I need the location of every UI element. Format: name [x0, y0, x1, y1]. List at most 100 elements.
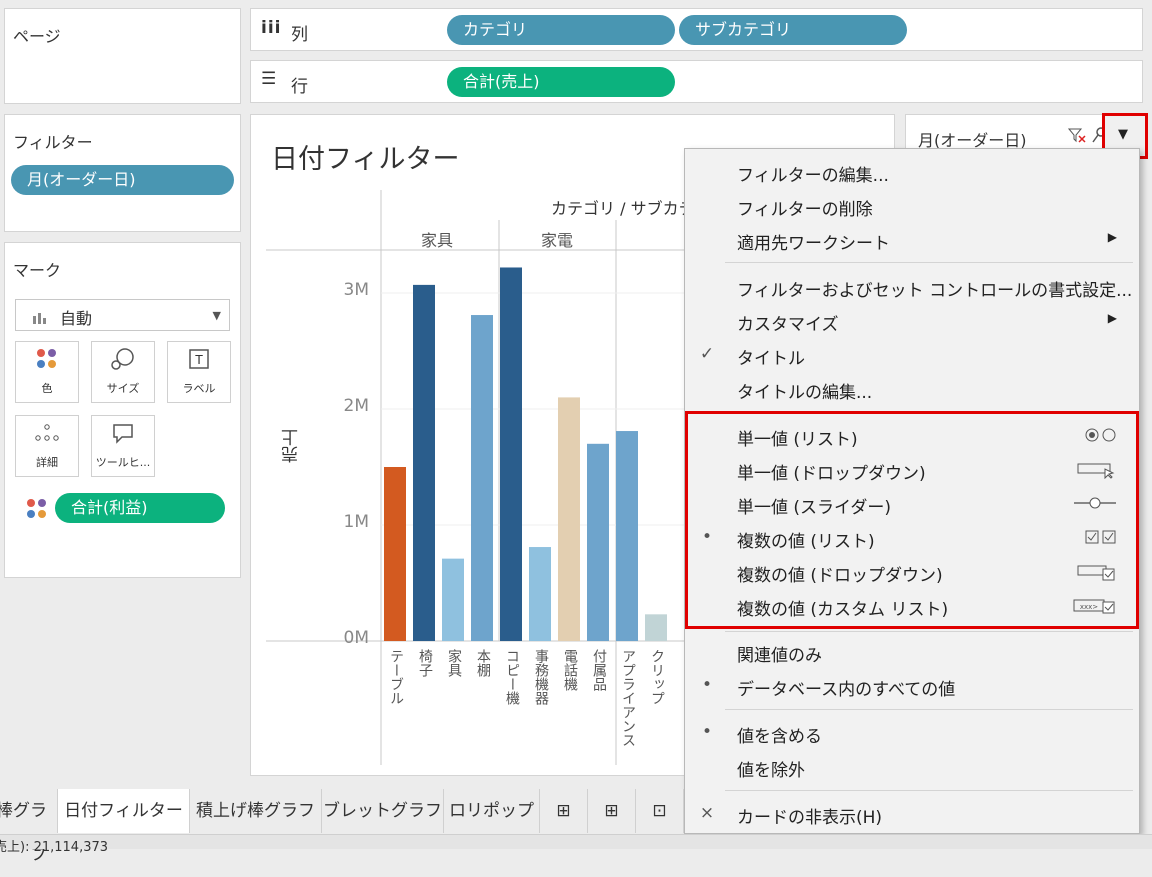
- mark-type-select[interactable]: 自動 ▼: [15, 299, 230, 331]
- category-pill[interactable]: カテゴリ: [447, 15, 675, 45]
- menu-item-title[interactable]: ✓ タイトル: [685, 338, 1139, 372]
- menu-item-customize[interactable]: カスタマイズ ▶: [685, 304, 1139, 338]
- menu-separator: [725, 631, 1133, 632]
- detail-button[interactable]: 詳細: [15, 415, 79, 477]
- columns-shelf-label: 列: [291, 25, 308, 45]
- x-tick-label: 本棚: [475, 649, 491, 677]
- tab-date-filter[interactable]: 日付フィルター: [58, 789, 190, 833]
- new-worksheet-button[interactable]: ⊞: [540, 789, 588, 833]
- tooltip-button[interactable]: ツールヒ...: [91, 415, 155, 477]
- bar-付属品: [587, 443, 609, 641]
- bar-コピー機: [500, 267, 522, 641]
- bar-chart-icon: [32, 309, 46, 324]
- x-tick-label: 事務機器: [533, 649, 549, 705]
- color-palette-icon: [25, 497, 49, 525]
- columns-icon: iii: [261, 18, 282, 38]
- x-tick-label: 家具: [446, 649, 462, 677]
- rows-shelf: ☰ 行 合計(売上): [250, 60, 1143, 103]
- menu-item-all-database-values[interactable]: • データベース内のすべての値: [685, 669, 1139, 703]
- x-tick-label: 椅子: [417, 649, 433, 677]
- bar-電話機: [558, 397, 580, 641]
- pages-card-title: ページ: [13, 27, 61, 46]
- filters-card: フィルター 月(オーダー日): [4, 114, 241, 232]
- menu-item-format-controls[interactable]: フィルターおよびセット コントロールの書式設定...: [685, 270, 1139, 304]
- bar-家具: [442, 558, 464, 641]
- size-icon: [92, 342, 154, 376]
- size-button[interactable]: サイズ: [91, 341, 155, 403]
- tab-bar-chart[interactable]: 棒グラフ: [0, 789, 58, 865]
- new-dashboard-icon: ⊞: [604, 801, 619, 821]
- bar-アプライアンス: [616, 431, 638, 641]
- menu-separator: [725, 262, 1133, 263]
- new-story-icon: ⊡: [652, 801, 667, 821]
- mark-type-label: 自動: [60, 309, 93, 328]
- x-tick-label: クリップ: [649, 649, 665, 705]
- tab-lollipop[interactable]: ロリポップ: [444, 789, 540, 833]
- menu-item-hide-card[interactable]: × カードの非表示(H): [685, 797, 1139, 831]
- filter-pill-month[interactable]: 月(オーダー日): [11, 165, 234, 195]
- y-tick-label: 2M: [343, 396, 369, 416]
- subcategory-pill[interactable]: サブカテゴリ: [679, 15, 907, 45]
- columns-shelf: iii 列 カテゴリ サブカテゴリ: [250, 8, 1143, 51]
- detail-dots-icon: [16, 416, 78, 450]
- x-tick-label: 付属品: [591, 649, 607, 691]
- x-tick-label: テーブル: [388, 649, 404, 705]
- tooltip-icon: [92, 416, 154, 450]
- chevron-down-icon: ▼: [212, 309, 221, 322]
- tab-bullet-graph[interactable]: ブレットグラフ: [322, 789, 444, 833]
- tooltip-button-label: ツールヒ...: [95, 456, 151, 469]
- rows-shelf-label: 行: [291, 77, 308, 97]
- menu-item-relevant-values[interactable]: 関連値のみ: [685, 635, 1139, 669]
- y-tick-label: 1M: [343, 512, 369, 532]
- profit-sum-pill[interactable]: 合計(利益): [55, 493, 225, 523]
- bar-事務機器: [529, 547, 551, 641]
- sales-sum-pill[interactable]: 合計(売上): [447, 67, 675, 97]
- menu-separator: [725, 790, 1133, 791]
- pages-card: ページ: [4, 8, 241, 104]
- rows-icon: ☰: [261, 69, 277, 89]
- chevron-down-icon: ▼: [1118, 127, 1128, 142]
- y-tick-label: 3M: [343, 280, 369, 300]
- new-dashboard-button[interactable]: ⊞: [588, 789, 636, 833]
- menu-separator: [725, 709, 1133, 710]
- menu-item-remove-filter[interactable]: フィルターの削除: [685, 189, 1139, 223]
- status-bar: 売上): 21,114,373: [0, 834, 1152, 855]
- menu-item-edit-filter[interactable]: フィルターの編集...: [685, 155, 1139, 189]
- clear-filter-icon[interactable]: [1067, 127, 1086, 147]
- menu-item-edit-title[interactable]: タイトルの編集...: [685, 372, 1139, 406]
- tab-stacked-bar[interactable]: 積上げ棒グラフ: [190, 789, 322, 833]
- bar-クリップ: [645, 614, 667, 641]
- bar-本棚: [471, 315, 493, 641]
- bar-テーブル: [384, 467, 406, 641]
- text-label-icon: T: [168, 342, 230, 376]
- x-tick-label: 電話機: [562, 649, 578, 691]
- marks-card-title: マーク: [13, 261, 62, 280]
- close-icon: ×: [699, 803, 715, 823]
- label-button[interactable]: T ラベル: [167, 341, 231, 403]
- color-button[interactable]: 色: [15, 341, 79, 403]
- checkmark-icon: ✓: [699, 344, 715, 364]
- filter-context-menu: フィルターの編集... フィルターの削除 適用先ワークシート ▶ フィルターおよび…: [684, 148, 1140, 834]
- new-story-button[interactable]: ⊡: [636, 789, 684, 833]
- menu-item-include-values[interactable]: • 値を含める: [685, 716, 1139, 750]
- bullet-icon: •: [701, 675, 713, 695]
- filter-mode-highlight-box: [685, 411, 1139, 629]
- size-button-label: サイズ: [106, 382, 140, 395]
- color-button-label: 色: [41, 382, 53, 395]
- filters-card-title: フィルター: [13, 133, 93, 152]
- bullet-icon: •: [701, 722, 713, 742]
- marks-card: マーク 自動 ▼ 色 サイズ T ラベル 詳細 ツールヒ... 合計(利益): [4, 242, 241, 578]
- status-text: 売上): 21,114,373: [0, 840, 109, 855]
- bar-椅子: [413, 284, 435, 641]
- color-palette-icon: [16, 342, 78, 376]
- submenu-arrow-icon: ▶: [1107, 311, 1117, 325]
- y-tick-label: 0M: [343, 628, 369, 648]
- menu-item-exclude-values[interactable]: 値を除外: [685, 750, 1139, 784]
- x-tick-label: コピー機: [504, 649, 520, 705]
- menu-item-apply-to-worksheets[interactable]: 適用先ワークシート ▶: [685, 223, 1139, 257]
- x-tick-label: アプライアンス: [620, 649, 636, 747]
- detail-button-label: 詳細: [36, 456, 58, 469]
- label-button-label: ラベル: [182, 382, 216, 395]
- new-worksheet-icon: ⊞: [556, 801, 571, 821]
- svg-text:T: T: [194, 353, 203, 367]
